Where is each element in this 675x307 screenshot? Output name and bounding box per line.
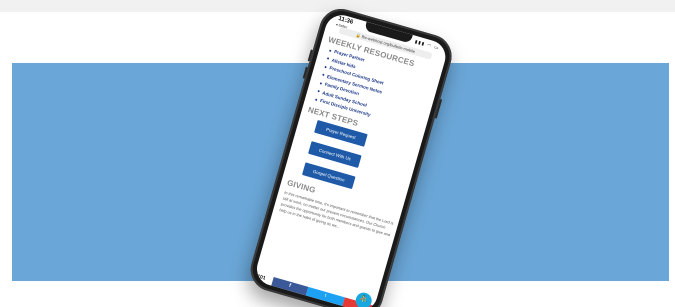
facebook-share-button[interactable]: f	[271, 276, 309, 296]
accessibility-fab-button[interactable]: ⛹	[353, 290, 374, 307]
page: 11:36 ◂ Safari ▮▮▮ ◠ ▭ 🔒 fbc-webhost.org…	[0, 0, 675, 307]
twitter-icon: t	[323, 292, 327, 300]
person-walk-icon: ⛹	[358, 295, 369, 305]
connect-with-us-button[interactable]: Connect With Us	[308, 141, 362, 168]
facebook-icon: f	[288, 282, 292, 289]
twitter-share-button[interactable]: t	[305, 286, 345, 307]
